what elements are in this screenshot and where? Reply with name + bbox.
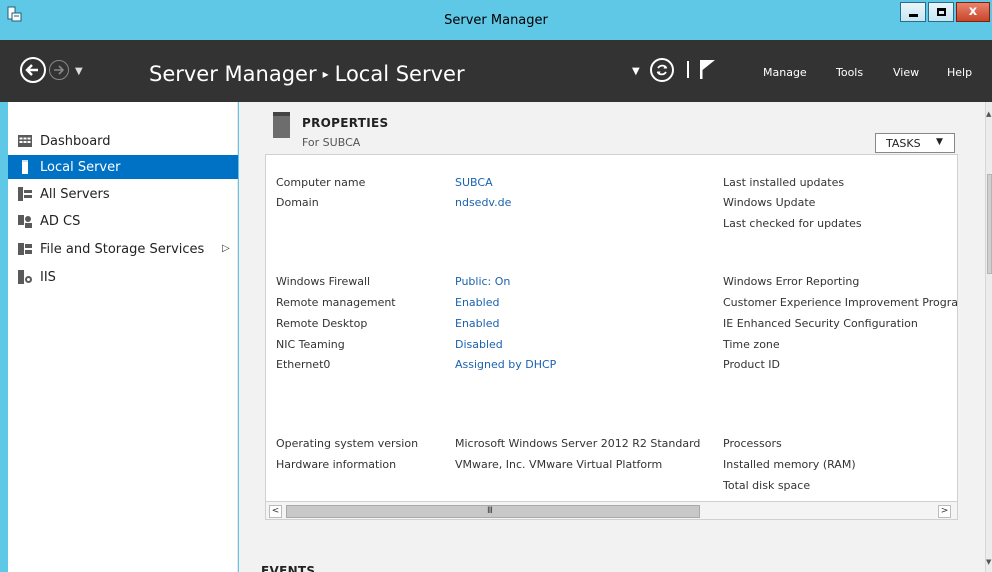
iis-icon	[18, 270, 32, 284]
menu-tools[interactable]: Tools	[836, 66, 863, 79]
breadcrumb-separator-icon: ▸	[322, 67, 329, 81]
minimize-button[interactable]	[900, 2, 926, 22]
dashboard-icon	[18, 135, 32, 147]
menu-help[interactable]: Help	[947, 66, 972, 79]
breadcrumb-root[interactable]: Server Manager	[149, 62, 317, 86]
prop-label-time-zone: Time zone	[723, 338, 780, 351]
vertical-scrollbar[interactable]: ▲ ▼	[985, 102, 992, 572]
properties-subtitle: For SUBCA	[302, 136, 361, 149]
scrollbar-grip: III	[487, 506, 493, 516]
scroll-down-icon[interactable]: ▼	[986, 558, 991, 566]
prop-label-windows-error-reporting: Windows Error Reporting	[723, 275, 860, 288]
prop-value-computer-name-link[interactable]: SUBCA	[455, 176, 493, 189]
maximize-button[interactable]	[928, 2, 954, 22]
sidebar-item-file-storage[interactable]: File and Storage Services ▷	[8, 237, 238, 261]
scroll-right-icon[interactable]: >	[938, 505, 951, 518]
sidebar-item-label: IIS	[40, 270, 56, 285]
sidebar-item-local-server[interactable]: Local Server	[8, 155, 238, 179]
sidebar-item-all-servers[interactable]: All Servers	[8, 182, 238, 206]
sidebar-item-label: File and Storage Services	[40, 242, 205, 257]
prop-label-ethernet0: Ethernet0	[276, 358, 331, 371]
sidebar-item-dashboard[interactable]: Dashboard	[8, 129, 238, 153]
sidebar: Dashboard Local Server All Servers AD CS…	[8, 102, 238, 572]
main-content: PROPERTIES For SUBCA TASKS ▼ Computer na…	[239, 102, 985, 572]
prop-label-windows-firewall: Windows Firewall	[276, 275, 371, 288]
prop-label-hardware-info: Hardware information	[276, 458, 397, 471]
refresh-icon[interactable]	[650, 58, 674, 82]
prop-value-firewall-link[interactable]: Public: On	[455, 275, 510, 288]
notification-flag-icon[interactable]	[698, 58, 718, 80]
sidebar-item-label: Local Server	[40, 160, 121, 175]
close-icon: x	[968, 4, 978, 19]
prop-value-hardware-info: VMware, Inc. VMware Virtual Platform	[455, 458, 663, 471]
prop-value-domain-link[interactable]: ndsedv.de	[455, 196, 511, 209]
prop-label-ie-esc: IE Enhanced Security Configuration	[723, 317, 918, 330]
properties-panel: Computer name Domain Windows Firewall Re…	[265, 154, 958, 520]
app-header: ▼ Server Manager ▸ Local Server ▼ Manage T…	[0, 40, 992, 102]
window-title: Server Manager	[444, 13, 548, 28]
tasks-label: TASKS	[886, 137, 921, 150]
breadcrumb-dropdown-icon[interactable]: ▼	[632, 66, 640, 77]
prop-value-remote-management-link[interactable]: Enabled	[455, 296, 499, 309]
prop-label-os-version: Operating system version	[276, 437, 419, 450]
sidebar-item-label: AD CS	[40, 214, 81, 229]
prop-value-ethernet0-link[interactable]: Assigned by DHCP	[455, 358, 556, 371]
horizontal-scrollbar[interactable]: < III >	[266, 501, 957, 519]
prop-label-ceip: Customer Experience Improvement Progra	[723, 296, 958, 309]
properties-title: PROPERTIES	[302, 116, 389, 130]
back-arrow-icon	[25, 64, 38, 76]
maximize-icon	[937, 8, 946, 16]
menu-manage[interactable]: Manage	[763, 66, 807, 79]
all-servers-icon	[18, 187, 32, 201]
header-divider	[687, 61, 689, 78]
file-storage-icon	[18, 243, 32, 255]
scrollbar-thumb[interactable]: III	[286, 505, 700, 518]
prop-label-installed-memory: Installed memory (RAM)	[723, 458, 856, 471]
prop-value-remote-desktop-link[interactable]: Enabled	[455, 317, 499, 330]
prop-label-computer-name: Computer name	[276, 176, 366, 189]
tasks-button[interactable]: TASKS ▼	[875, 133, 955, 153]
prop-label-processors: Processors	[723, 437, 782, 450]
ad-cs-icon	[18, 215, 32, 228]
vertical-scrollbar-thumb[interactable]	[987, 174, 992, 274]
close-button[interactable]: x	[956, 2, 990, 22]
prop-label-product-id: Product ID	[723, 358, 780, 371]
submenu-arrow-icon[interactable]: ▷	[222, 243, 230, 254]
server-properties-icon	[273, 112, 290, 138]
history-dropdown-icon[interactable]: ▼	[75, 66, 83, 77]
prop-label-nic-teaming: NIC Teaming	[276, 338, 345, 351]
sidebar-item-ad-cs[interactable]: AD CS	[8, 209, 238, 233]
forward-arrow-icon	[54, 65, 65, 75]
prop-value-os-version: Microsoft Windows Server 2012 R2 Standar…	[455, 437, 701, 450]
prop-value-nic-teaming-link[interactable]: Disabled	[455, 338, 503, 351]
local-server-icon	[22, 160, 28, 174]
prop-label-last-installed-updates: Last installed updates	[723, 176, 845, 189]
menu-view[interactable]: View	[893, 66, 919, 79]
events-title: EVENTS	[261, 564, 316, 572]
sidebar-item-label: Dashboard	[40, 134, 111, 149]
prop-label-domain: Domain	[276, 196, 319, 209]
prop-label-total-disk-space: Total disk space	[723, 479, 811, 492]
title-bar: Server Manager x	[0, 0, 992, 40]
prop-label-remote-management: Remote management	[276, 296, 396, 309]
minimize-icon	[909, 14, 918, 17]
scroll-left-icon[interactable]: <	[269, 505, 282, 518]
sidebar-item-iis[interactable]: IIS	[8, 265, 238, 289]
prop-label-windows-update: Windows Update	[723, 196, 816, 209]
chevron-down-icon: ▼	[936, 137, 943, 147]
scroll-up-icon[interactable]: ▲	[986, 110, 991, 118]
prop-label-remote-desktop: Remote Desktop	[276, 317, 368, 330]
forward-button[interactable]	[49, 60, 69, 80]
breadcrumb: Server Manager ▸ Local Server	[149, 62, 465, 86]
breadcrumb-current: Local Server	[334, 62, 465, 86]
sidebar-item-label: All Servers	[40, 187, 110, 202]
prop-label-last-checked-updates: Last checked for updates	[723, 217, 862, 230]
back-button[interactable]	[20, 57, 46, 83]
